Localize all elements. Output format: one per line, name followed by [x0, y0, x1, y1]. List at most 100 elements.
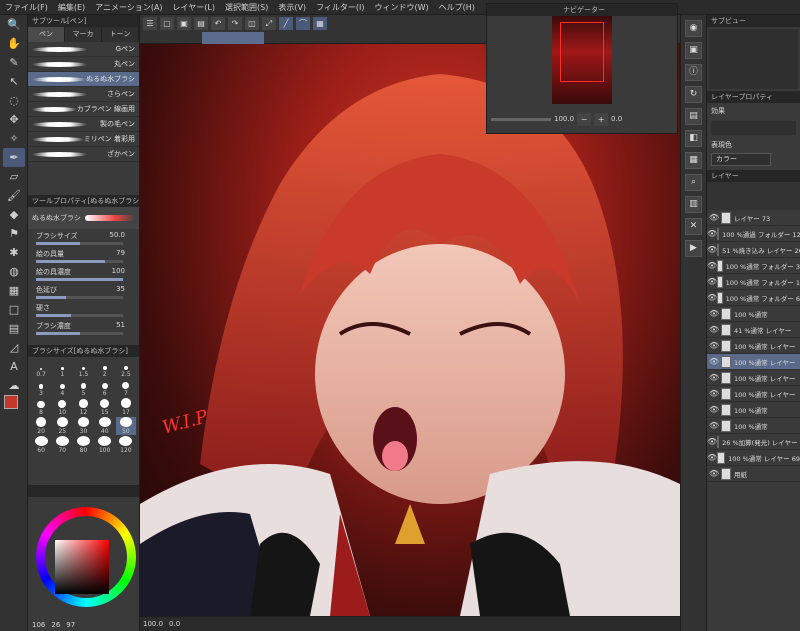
eye-icon[interactable]: 👁 [707, 261, 717, 270]
open-file-icon[interactable]: ▣ [177, 16, 191, 30]
magic-wand-tool-icon[interactable]: ✧ [3, 129, 25, 148]
subview-icon[interactable]: ▣ [685, 42, 702, 59]
info-icon[interactable]: ⓘ [685, 64, 702, 81]
save-icon[interactable]: ▤ [194, 16, 208, 30]
brush-size-cell[interactable]: 60 [31, 436, 51, 454]
eye-icon[interactable]: 👁 [707, 229, 717, 238]
subtool-tab[interactable]: ペン [28, 27, 65, 42]
menu-item[interactable]: 選択範囲(S) [220, 2, 273, 13]
eye-icon[interactable]: 👁 [707, 405, 721, 414]
brush-size-cell[interactable]: 70 [52, 436, 72, 454]
property-slider[interactable] [36, 314, 123, 317]
fill-tool-icon[interactable]: ◆ [3, 205, 25, 224]
brush-size-cell[interactable]: 40 [95, 417, 115, 435]
color-set-icon[interactable]: ▦ [685, 152, 702, 169]
expression-color-select[interactable]: カラー [711, 153, 771, 166]
snap-grid-icon[interactable]: ▦ [313, 16, 327, 30]
brush-tool-icon[interactable]: 🖌 [3, 186, 25, 205]
new-file-icon[interactable]: ▢ [160, 16, 174, 30]
brush-size-cell[interactable]: 20 [31, 417, 51, 435]
eye-icon[interactable]: 👁 [707, 421, 721, 430]
brush-size-cell[interactable]: 50 [115, 417, 136, 435]
menu-item[interactable]: 表示(V) [273, 2, 311, 13]
gradient-tool-icon[interactable]: ▦ [3, 281, 25, 300]
navigator-toggle-icon[interactable]: ◉ [685, 20, 702, 37]
balloon-tool-icon[interactable]: ☁ [3, 376, 25, 395]
layer-row[interactable]: 👁 100 %通常 レイヤー [707, 386, 800, 402]
subview-area[interactable] [709, 29, 798, 89]
menu-item[interactable]: ウィンドウ(W) [370, 2, 434, 13]
property-slider[interactable] [36, 332, 123, 335]
brush-size-cell[interactable]: 6 [95, 379, 115, 397]
main-color-swatch[interactable] [4, 395, 18, 409]
eye-icon[interactable]: 👁 [707, 245, 717, 254]
layer-row[interactable]: 👁 100 %通過 フォルダー 12 [707, 226, 800, 242]
brush-item[interactable]: 丸ペン [28, 57, 139, 72]
snap-ruler-icon[interactable]: ╱ [279, 16, 293, 30]
layer-row[interactable]: 👁 100 %通常 レイヤー 69 [707, 450, 800, 466]
brush-size-cell[interactable]: 12 [73, 398, 93, 416]
layer-row[interactable]: 👁 100 %通常 [707, 402, 800, 418]
menu-item[interactable]: アニメーション(A) [90, 2, 167, 13]
clear-icon[interactable]: ◫ [245, 16, 259, 30]
layer-row[interactable]: 👁 100 %通常 レイヤー [707, 338, 800, 354]
undo-icon[interactable]: ↶ [211, 16, 225, 30]
menu-item[interactable]: 編集(E) [53, 2, 90, 13]
subtool-tab[interactable]: マーカ [65, 27, 102, 42]
layer-row[interactable]: 👁 レイヤー 73 [707, 210, 800, 226]
property-slider[interactable] [36, 242, 123, 245]
layer-toolbar[interactable] [707, 182, 800, 210]
eye-icon[interactable]: 👁 [707, 357, 721, 366]
brush-preset[interactable]: ぬるぬ水ブラシ [28, 207, 139, 229]
decoration-tool-icon[interactable]: ✱ [3, 243, 25, 262]
brush-item[interactable]: 製の毛ペン [28, 117, 139, 132]
eye-icon[interactable]: 👁 [707, 453, 717, 462]
saturation-value-square[interactable] [55, 540, 109, 594]
property-row[interactable]: 色延び 35 [28, 283, 139, 301]
eye-icon[interactable]: 👁 [707, 437, 717, 446]
menu-item[interactable]: ファイル(F) [0, 2, 53, 13]
brush-item[interactable]: さらペン [28, 87, 139, 102]
lasso-tool-icon[interactable]: ◌ [3, 91, 25, 110]
property-row[interactable]: 絵の具量 79 [28, 247, 139, 265]
pen-tool-icon[interactable]: ✒ [3, 148, 25, 167]
layer-row[interactable]: 👁 41 %通常 レイヤー [707, 322, 800, 338]
eyedropper-tool-icon[interactable]: ✎ [3, 53, 25, 72]
brush-size-cell[interactable]: 120 [116, 436, 136, 454]
zoom-out-icon[interactable]: − [577, 112, 592, 126]
frame-tool-icon[interactable]: ▤ [3, 319, 25, 338]
layer-row[interactable]: 👁 100 %通常 [707, 418, 800, 434]
zoom-in-icon[interactable]: + [594, 112, 609, 126]
eye-icon[interactable]: 👁 [707, 213, 721, 222]
brush-size-cell[interactable]: 7 [116, 379, 136, 397]
text-tool-icon[interactable]: A [3, 357, 25, 376]
navigator-zoom-slider[interactable] [491, 117, 551, 121]
brush-size-cell[interactable]: 2.5 [116, 360, 136, 378]
property-slider[interactable] [36, 296, 123, 299]
layer-row[interactable]: 👁 100 %通常 フォルダー 1 [707, 274, 800, 290]
document-tab[interactable] [202, 32, 264, 44]
property-row[interactable]: ブラシサイズ 50.0 [28, 229, 139, 247]
layer-row[interactable]: 👁 100 %通常 レイヤー [707, 370, 800, 386]
brush-size-cell[interactable]: 0.7 [31, 360, 51, 378]
brush-size-cell[interactable]: 5 [73, 379, 93, 397]
brush-size-cell[interactable]: 100 [95, 436, 115, 454]
operation-tool-icon[interactable]: ↖ [3, 72, 25, 91]
transform-icon[interactable]: ⤢ [262, 16, 276, 30]
menu-item[interactable]: ヘルプ(H) [434, 2, 480, 13]
layer-row[interactable]: 👁 用紙 [707, 466, 800, 482]
property-slider[interactable] [36, 260, 123, 263]
brush-size-cell[interactable]: 8 [31, 398, 51, 416]
property-row[interactable]: 硬さ [28, 301, 139, 319]
brush-size-cell[interactable]: 30 [73, 417, 93, 435]
material-icon[interactable]: ▤ [685, 108, 702, 125]
eye-icon[interactable]: 👁 [707, 389, 721, 398]
layer-panel-icon[interactable]: ▥ [685, 196, 702, 213]
property-row[interactable]: 絵の具濃度 100 [28, 265, 139, 283]
animation-icon[interactable]: ▶ [685, 240, 702, 257]
layer-row[interactable]: 👁 100 %通常 フォルダー 6 [707, 290, 800, 306]
eye-icon[interactable]: 👁 [707, 325, 721, 334]
brush-size-cell[interactable]: 15 [95, 398, 115, 416]
menu-item[interactable]: フィルター(I) [311, 2, 369, 13]
effect-buttons[interactable] [711, 121, 796, 135]
